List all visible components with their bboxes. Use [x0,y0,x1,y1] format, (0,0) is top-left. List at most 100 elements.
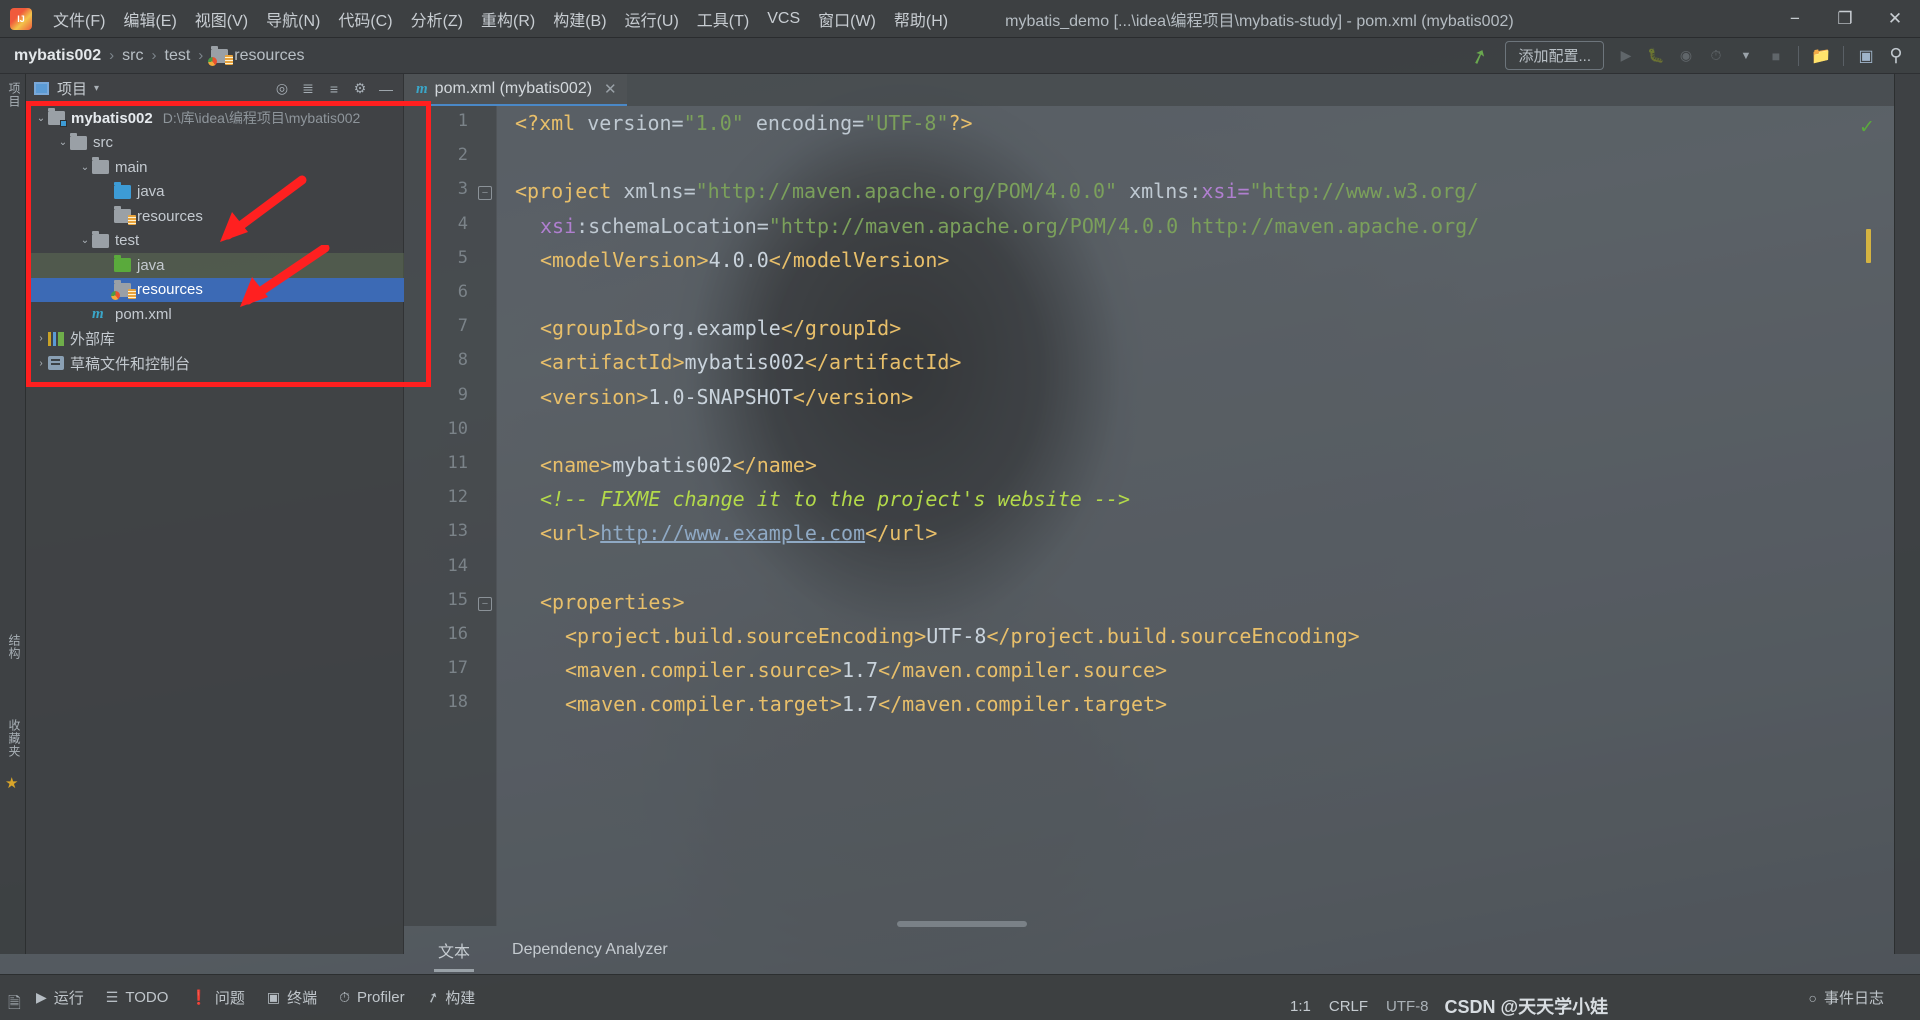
caret-position[interactable]: 1:1 [1290,998,1311,1015]
tree-item-resources[interactable]: resources [26,277,404,302]
tree-item-java[interactable]: java [26,180,404,205]
breadcrumb-resources[interactable]: resources [208,45,305,66]
horizontal-scrollbar-thumb[interactable] [897,921,1027,927]
code-line[interactable]: <!-- FIXME change it to the project's we… [540,487,1130,511]
code-line[interactable]: <maven.compiler.source>1.7</maven.compil… [565,658,1167,682]
collapse-all-icon[interactable]: ≡ [322,77,346,101]
status-problems[interactable]: ❗ 问题 [190,987,244,1008]
tree-item-resources[interactable]: resources [26,204,404,229]
status-event-log[interactable]: ○ 事件日志 [1809,987,1884,1008]
tab-pom-xml[interactable]: m pom.xml (mybatis002) ✕ [404,74,627,106]
close-icon[interactable]: ✕ [604,80,617,98]
code-line[interactable]: xsi:schemaLocation="http://maven.apache.… [540,214,1479,238]
tab-text[interactable]: 文本 [434,934,475,972]
menu-edit[interactable]: 编辑(E) [114,4,185,34]
menu-refactor[interactable]: 重构(R) [472,4,544,34]
build-hammer-icon[interactable]: ➚ [1462,38,1497,72]
minimize-button[interactable]: − [1770,0,1820,38]
tree-item-src[interactable]: ⌄ src [26,131,404,156]
chevron-down-icon[interactable]: ⌄ [56,137,70,148]
menu-code[interactable]: 代码(C) [329,4,401,34]
code-token: "http://www.w3.org/ [1249,179,1479,204]
search-icon[interactable]: ⚲ [1882,43,1910,69]
code-line[interactable]: <maven.compiler.target>1.7</maven.compil… [565,692,1167,716]
code-token: </url> [865,521,938,546]
locate-icon[interactable]: ◎ [270,77,294,101]
debug-icon[interactable]: 🐛 [1642,43,1670,69]
line-separator[interactable]: CRLF [1329,998,1368,1015]
tab-dependency-analyzer[interactable]: Dependency Analyzer [508,937,672,969]
chevron-right-icon[interactable]: › [34,358,48,369]
chevron-down-icon[interactable]: ▼ [1732,43,1760,69]
tree-item-test[interactable]: ⌄ test [26,229,404,254]
code-line[interactable]: <properties> [540,590,685,614]
chevron-down-icon[interactable]: ⌄ [78,162,92,173]
profiler-icon[interactable]: ⏱ [1702,43,1730,69]
status-run[interactable]: ▶ 运行 [36,987,84,1008]
open-file-icon[interactable]: 🗎 [8,992,21,1019]
breadcrumb-src[interactable]: src [122,47,143,65]
code-line[interactable]: <version>1.0-SNAPSHOT</version> [540,385,913,409]
code-line[interactable]: <?xml version="1.0" encoding="UTF-8"?> [515,111,973,135]
close-button[interactable]: ✕ [1870,0,1920,38]
code-line[interactable]: <project xmlns="http://maven.apache.org/… [515,179,1478,203]
menu-tools[interactable]: 工具(T) [688,4,758,34]
maximize-button[interactable]: ❐ [1820,0,1870,38]
status-terminal[interactable]: ▣ 终端 [267,987,317,1008]
editor-gutter[interactable]: 1 2 3−4 5 6 7 8 9 10 11 12 13 14 15−16 17 18 [404,106,497,926]
menu-vcs[interactable]: VCS [758,7,809,31]
status-profiler[interactable]: ⏱ Profiler [339,989,404,1006]
inspection-ok-icon[interactable]: ✓ [1859,116,1875,139]
code-line[interactable]: <project.build.sourceEncoding>UTF-8</pro… [565,624,1360,648]
project-panel-title: 项目 [57,81,88,98]
breadcrumb-test[interactable]: test [165,47,191,65]
warning-stripe-marker[interactable] [1866,229,1871,263]
stop-icon[interactable]: ■ [1762,43,1790,69]
code-line[interactable]: <url>http://www.example.com</url> [540,521,937,545]
menu-analyze[interactable]: 分析(Z) [402,4,472,34]
menu-help[interactable]: 帮助(H) [885,4,957,34]
settings-gear-icon[interactable]: ⚙ [348,77,372,101]
tree-item-pom-xml[interactable]: m pom.xml [26,302,404,327]
tree-item-icon-wrap [48,331,70,346]
chevron-down-icon[interactable]: ⌄ [34,113,48,124]
left-rail-structure-tab[interactable]: 结构 [3,634,23,660]
tree-item-外部库[interactable]: › 外部库 [26,327,404,352]
project-structure-icon[interactable]: 📁 [1807,43,1835,69]
file-encoding[interactable]: UTF-8 [1386,998,1429,1015]
tree-item-草稿文件和控制台[interactable]: › 草稿文件和控制台 [26,351,404,376]
chevron-right-icon[interactable]: › [34,333,48,344]
tree-item-main[interactable]: ⌄ main [26,155,404,180]
tree-item-mybatis002[interactable]: ⌄ mybatis002 D:\库\idea\编程项目\mybatis002 [26,106,404,131]
status-todo[interactable]: ☰ TODO [106,989,169,1006]
code-fold-toggle[interactable]: − [478,186,492,201]
menu-run[interactable]: 运行(U) [616,4,688,34]
code-line[interactable]: <artifactId>mybatis002</artifactId> [540,350,961,374]
expand-all-icon[interactable]: ≣ [296,77,320,101]
run-icon[interactable]: ▶ [1612,43,1640,69]
code-line[interactable]: <modelVersion>4.0.0</modelVersion> [540,248,949,272]
code-viewport[interactable]: <?xml version="1.0" encoding="UTF-8"?> <p… [497,106,1894,926]
code-line[interactable]: <name>mybatis002</name> [540,453,817,477]
code-fold-toggle[interactable]: − [478,596,492,611]
menu-file[interactable]: 文件(F) [44,4,114,34]
menu-view[interactable]: 视图(V) [186,4,257,34]
menu-window[interactable]: 窗口(W) [809,4,885,34]
tree-item-label: java [137,183,165,201]
horizontal-scrollbar[interactable] [497,919,1894,928]
add-configuration-button[interactable]: 添加配置... [1505,41,1604,70]
star-icon[interactable]: ★ [5,774,18,792]
hide-panel-icon[interactable]: — [374,77,398,101]
menu-build[interactable]: 构建(B) [544,4,615,34]
tree-item-java[interactable]: java [26,253,404,278]
status-build[interactable]: ➚ 构建 [424,987,475,1008]
coverage-icon[interactable]: ◉ [1672,43,1700,69]
breadcrumb-mybatis002[interactable]: mybatis002 [14,47,101,65]
left-rail-bookmarks-tab[interactable]: 收藏夹 [3,719,23,758]
menu-navigate[interactable]: 导航(N) [257,4,329,34]
chevron-down-icon[interactable]: ⌄ [78,235,92,246]
terminal-icon[interactable]: ▣ [1852,43,1880,69]
left-rail-project-icon[interactable]: 项目 [3,82,23,108]
chevron-down-icon[interactable]: ▾ [94,83,99,94]
code-line[interactable]: <groupId>org.example</groupId> [540,316,901,340]
